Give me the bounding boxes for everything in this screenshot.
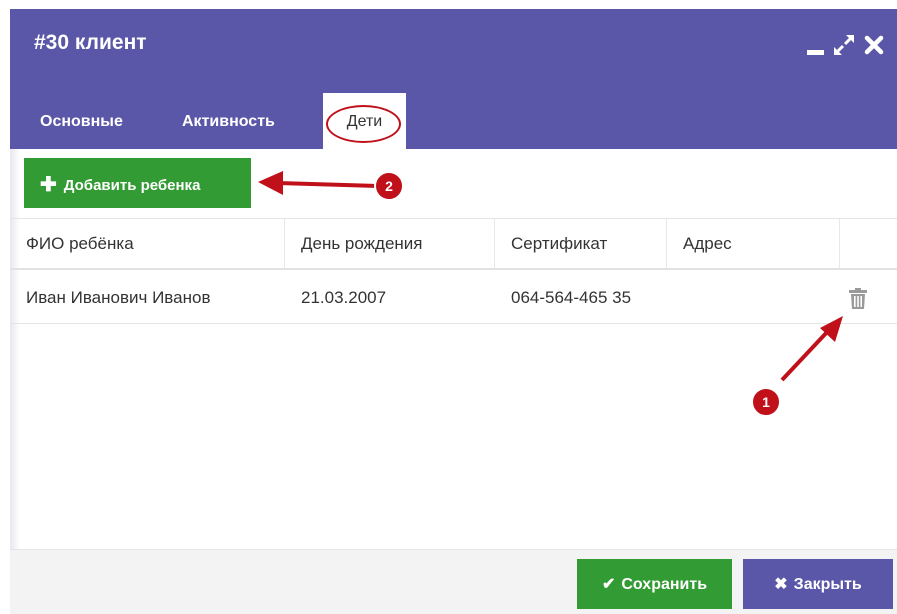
column-header-birthday[interactable]: День рождения: [285, 219, 495, 269]
expand-icon[interactable]: [833, 33, 855, 57]
save-button[interactable]: ✔ Сохранить: [577, 559, 732, 609]
column-header-actions: [840, 219, 897, 269]
dialog-title: #30 клиент: [34, 31, 147, 54]
column-header-certificate[interactable]: Сертификат: [495, 219, 667, 269]
plus-icon: ✚: [40, 173, 57, 196]
tab-children[interactable]: Дети: [323, 93, 406, 149]
tab-activity[interactable]: Активность: [182, 93, 275, 149]
cell-birthday: 21.03.2007: [301, 288, 387, 307]
cell-certificate: 064-564-465 35: [511, 288, 632, 307]
add-child-button[interactable]: ✚ Добавить ребенка: [24, 158, 251, 208]
dialog-footer: ✔ Сохранить ✖ Закрыть: [10, 549, 897, 614]
add-child-label: Добавить ребенка: [63, 176, 201, 194]
tab-main[interactable]: Основные: [40, 93, 123, 149]
table-row[interactable]: Иван Иванович Иванов 21.03.2007 064-564-…: [10, 270, 897, 324]
save-label: Сохранить: [621, 576, 708, 593]
column-header-address[interactable]: Адрес: [667, 219, 840, 269]
cell-address: [667, 270, 840, 324]
tab-highlight-circle: [326, 105, 401, 143]
client-dialog: #30 клиент Основные Активность Дети ✚ До…: [10, 9, 897, 614]
check-icon: ✔: [601, 576, 616, 593]
close-icon[interactable]: [863, 33, 885, 57]
close-label: Закрыть: [793, 576, 862, 593]
tab-bar: Основные Активность Дети: [10, 93, 897, 149]
table-header: ФИО ребёнка День рождения Сертификат Адр…: [10, 218, 897, 270]
close-x-icon: ✖: [774, 576, 788, 593]
trash-icon[interactable]: [848, 288, 868, 310]
dialog-header: #30 клиент Основные Активность Дети: [10, 9, 897, 149]
close-button[interactable]: ✖ Закрыть: [743, 559, 893, 609]
column-header-name[interactable]: ФИО ребёнка: [10, 219, 285, 269]
minimize-icon[interactable]: [805, 33, 827, 57]
cell-name: Иван Иванович Иванов: [26, 288, 211, 307]
